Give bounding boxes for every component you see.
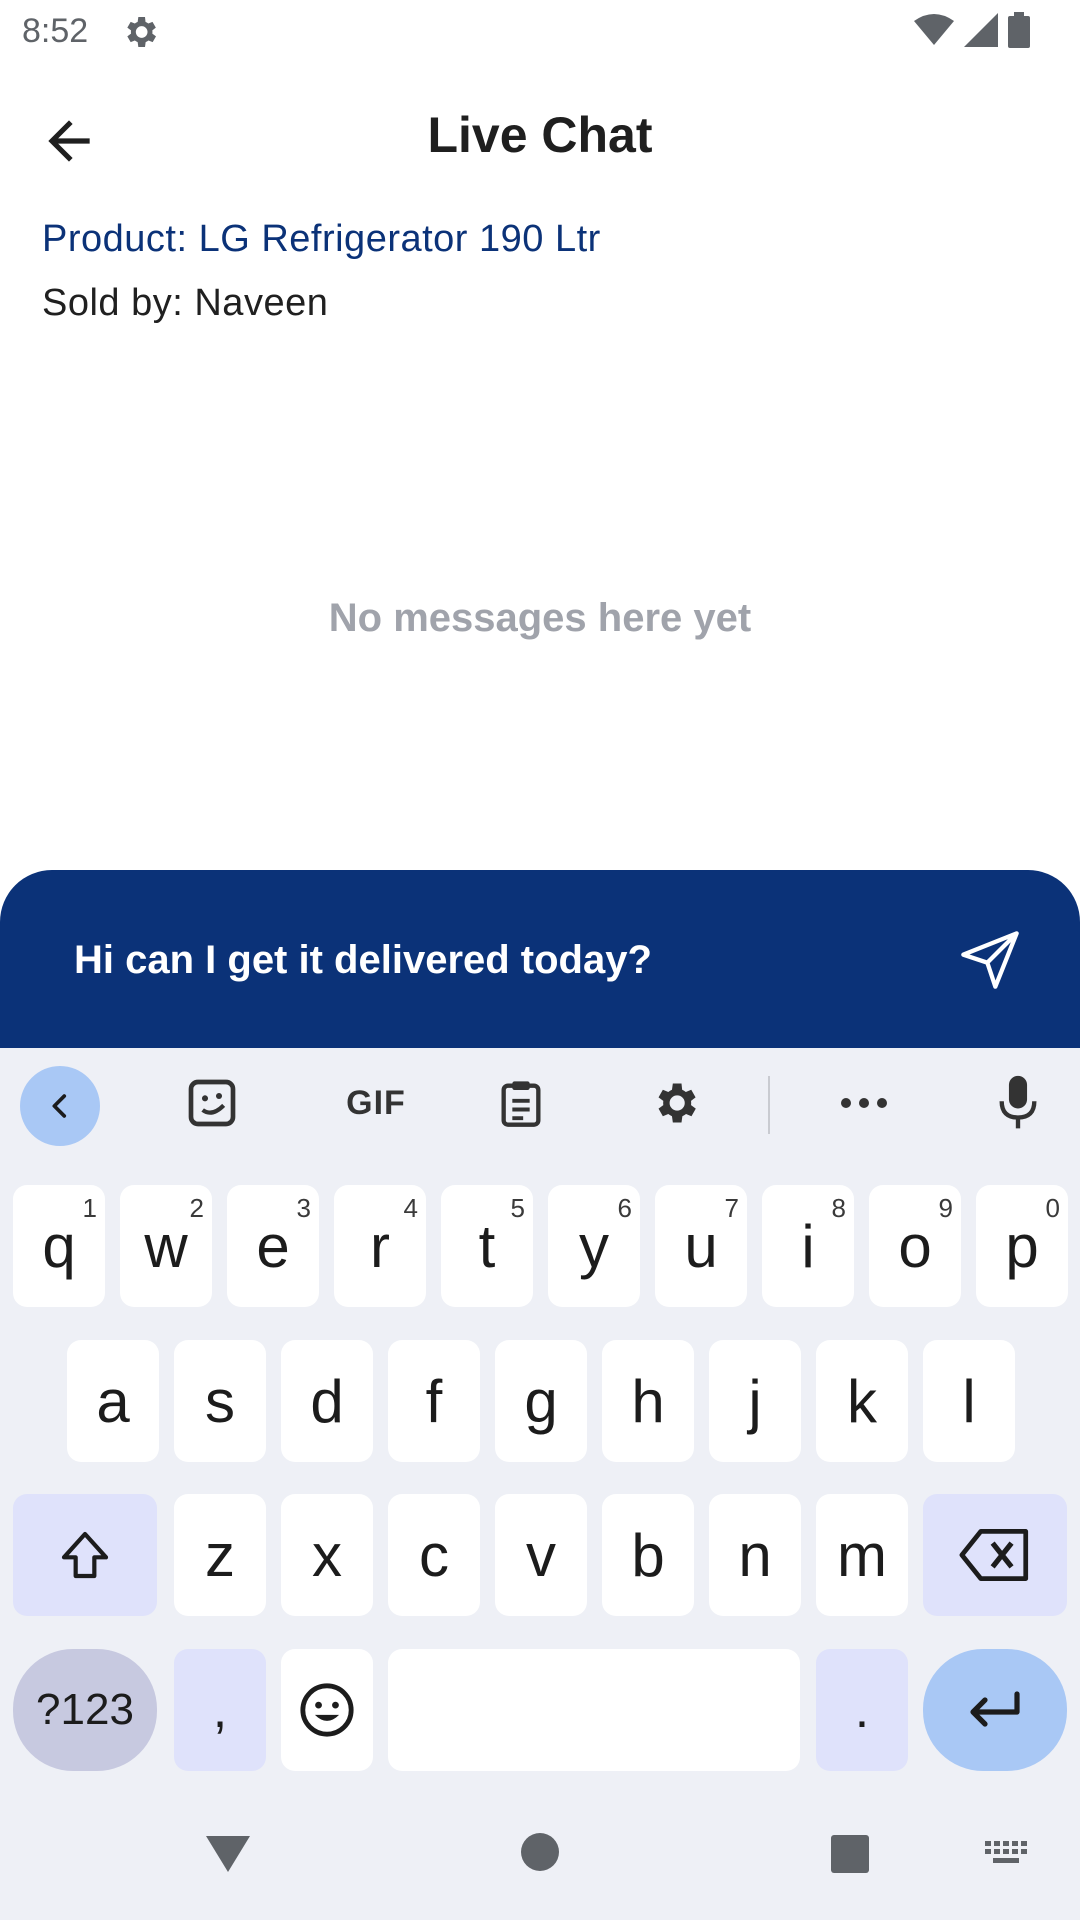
- mic-icon[interactable]: [978, 1070, 1058, 1136]
- wifi-icon: [914, 14, 954, 45]
- key-d[interactable]: d: [281, 1340, 373, 1462]
- status-bar: 8:52: [0, 0, 1080, 64]
- key-c[interactable]: c: [388, 1494, 480, 1616]
- empty-state-text: No messages here yet: [328, 596, 752, 640]
- chevron-left-icon[interactable]: [20, 1066, 100, 1146]
- signal-icon: [964, 13, 998, 47]
- gif-button[interactable]: GIF: [326, 1070, 426, 1136]
- space-key[interactable]: [388, 1649, 800, 1771]
- key-q[interactable]: q1: [13, 1185, 105, 1307]
- comma-key[interactable]: ,: [174, 1649, 266, 1771]
- more-icon[interactable]: [824, 1070, 904, 1136]
- battery-icon: [1008, 12, 1030, 48]
- app-bar: Live Chat: [0, 64, 1080, 214]
- home-circle-icon[interactable]: [520, 1832, 560, 1872]
- page-title: Live Chat: [427, 107, 653, 163]
- message-input[interactable]: Hi can I get it delivered today?: [74, 938, 652, 983]
- key-v[interactable]: v: [495, 1494, 587, 1616]
- recents-square-icon[interactable]: [830, 1834, 870, 1874]
- toolbar-divider: [768, 1076, 770, 1134]
- send-icon[interactable]: [958, 928, 1022, 992]
- sticker-icon[interactable]: [172, 1070, 252, 1136]
- shift-icon: [61, 1531, 109, 1579]
- seller-name: Sold by: Naveen: [42, 282, 329, 324]
- key-l[interactable]: l: [923, 1340, 1015, 1462]
- key-s[interactable]: s: [174, 1340, 266, 1462]
- key-b[interactable]: b: [602, 1494, 694, 1616]
- back-triangle-icon[interactable]: [204, 1834, 252, 1874]
- key-r[interactable]: r4: [334, 1185, 426, 1307]
- key-g[interactable]: g: [495, 1340, 587, 1462]
- key-p[interactable]: p0: [976, 1185, 1068, 1307]
- backspace-icon: [959, 1529, 1029, 1581]
- key-i[interactable]: i8: [762, 1185, 854, 1307]
- emoji-key[interactable]: [281, 1649, 373, 1771]
- settings-icon: [127, 17, 156, 47]
- shift-key[interactable]: [13, 1494, 157, 1616]
- key-w[interactable]: w2: [120, 1185, 212, 1307]
- keyboard-toolbar: GIF: [0, 1048, 1080, 1158]
- period-key[interactable]: .: [816, 1649, 908, 1771]
- key-o[interactable]: o9: [869, 1185, 961, 1307]
- key-a[interactable]: a: [67, 1340, 159, 1462]
- clipboard-icon[interactable]: [481, 1070, 561, 1136]
- key-h[interactable]: h: [602, 1340, 694, 1462]
- enter-icon: [970, 1691, 1020, 1727]
- key-k[interactable]: k: [816, 1340, 908, 1462]
- gear-icon[interactable]: [635, 1070, 715, 1136]
- key-n[interactable]: n: [709, 1494, 801, 1616]
- status-time: 8:52: [22, 12, 89, 50]
- key-m[interactable]: m: [816, 1494, 908, 1616]
- key-z[interactable]: z: [174, 1494, 266, 1616]
- keyboard-switch-icon[interactable]: [985, 1841, 1029, 1869]
- product-name: Product: LG Refrigerator 190 Ltr: [42, 218, 601, 260]
- key-f[interactable]: f: [388, 1340, 480, 1462]
- key-t[interactable]: t5: [441, 1185, 533, 1307]
- numbers-key[interactable]: ?123: [13, 1649, 157, 1771]
- key-y[interactable]: y6: [548, 1185, 640, 1307]
- navigation-bar: [0, 1786, 1080, 1920]
- key-j[interactable]: j: [709, 1340, 801, 1462]
- emoji-icon: [300, 1683, 354, 1737]
- enter-key[interactable]: [923, 1649, 1067, 1771]
- key-x[interactable]: x: [281, 1494, 373, 1616]
- message-composer: Hi can I get it delivered today?: [0, 870, 1080, 1050]
- key-e[interactable]: e3: [227, 1185, 319, 1307]
- backspace-key[interactable]: [923, 1494, 1067, 1616]
- key-u[interactable]: u7: [655, 1185, 747, 1307]
